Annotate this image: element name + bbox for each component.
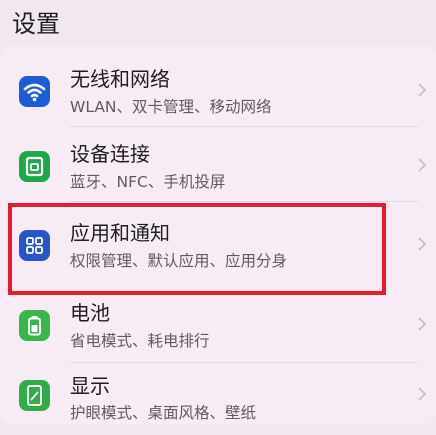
chevron-right-icon	[418, 158, 427, 172]
page-title: 设置	[12, 10, 60, 38]
settings-item-label: 设备连接	[70, 142, 150, 166]
settings-item-label: 显示	[70, 374, 110, 398]
display-icon	[19, 380, 50, 411]
settings-item-desc: WLAN、双卡管理、移动网络	[70, 98, 272, 116]
chevron-right-icon	[418, 237, 427, 251]
wifi-icon	[19, 76, 50, 107]
settings-item-desc: 蓝牙、NFC、手机投屏	[70, 173, 226, 191]
chevron-right-icon	[418, 387, 427, 401]
settings-item-label: 电池	[70, 301, 110, 325]
settings-item-desc: 省电模式、耗电排行	[70, 332, 210, 350]
settings-item-desc: 护眼模式、桌面风格、壁纸	[70, 404, 257, 422]
highlight-box	[8, 203, 386, 295]
chevron-right-icon	[418, 83, 427, 97]
chevron-right-icon	[418, 317, 427, 331]
divider	[70, 201, 418, 202]
device-connect-icon	[19, 151, 50, 182]
settings-item-display[interactable]: 显示 护眼模式、桌面风格、壁纸	[0, 362, 436, 435]
battery-icon	[19, 310, 50, 341]
settings-item-device-connection[interactable]: 设备连接 蓝牙、NFC、手机投屏	[0, 127, 436, 200]
settings-item-label: 无线和网络	[70, 67, 170, 91]
settings-item-battery[interactable]: 电池 省电模式、耗电排行	[0, 286, 436, 359]
settings-item-wireless-network[interactable]: 无线和网络 WLAN、双卡管理、移动网络	[0, 52, 436, 125]
